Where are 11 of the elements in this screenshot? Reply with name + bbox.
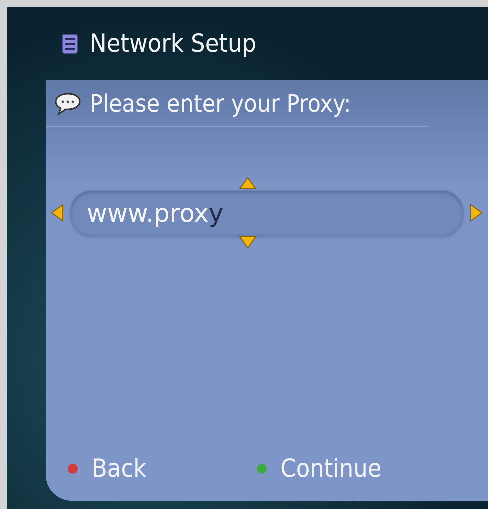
softkey-label[interactable]: Back: [92, 454, 147, 483]
window-title: Network Setup: [90, 29, 257, 58]
document-icon: [62, 34, 78, 54]
input-field[interactable]: www.proxy: [70, 190, 464, 236]
prompt-text: Please enter your Proxy:: [90, 90, 352, 118]
left-arrow-icon: [51, 204, 64, 222]
right-arrow-icon: [470, 204, 483, 222]
up-arrow-icon: [239, 177, 257, 190]
down-arrow-icon: [239, 236, 257, 249]
speech-bubble-icon: [54, 92, 82, 116]
softkey-label[interactable]: Continue: [280, 454, 382, 483]
